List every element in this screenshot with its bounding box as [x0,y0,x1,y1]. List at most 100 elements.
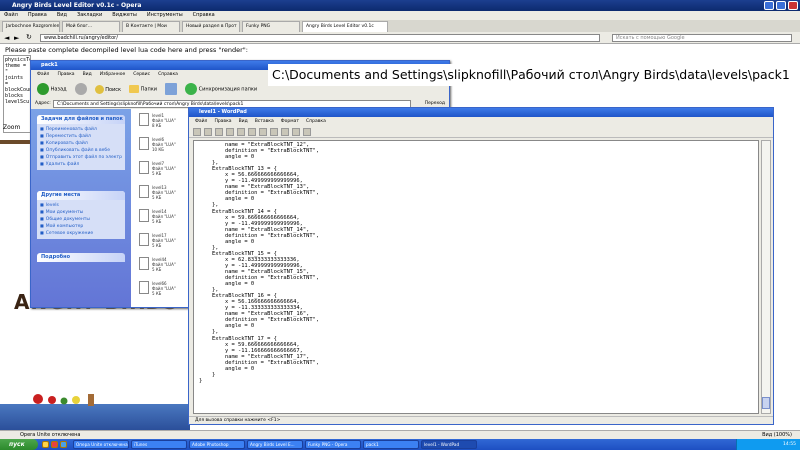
copy-icon[interactable] [270,127,278,136]
other-place-link[interactable]: Мои документы [40,209,122,216]
back-button[interactable]: Назад [37,83,67,95]
file-size: 5 КБ [152,171,162,176]
file-text: level13 Файл "LUA" 5 КБ [152,185,176,200]
taskbar-button[interactable]: iTunes [131,440,187,449]
file-task-link[interactable]: Опубликовать файл в вебе [40,147,122,154]
taskbar-button[interactable]: Funky PNG - Opera [305,440,361,449]
date-time-icon[interactable] [303,127,311,136]
folders-button[interactable]: Папки [129,85,157,93]
file-size: 10 КБ [152,147,164,152]
explorer-task-pane: Задачи для файлов и папок Переименовать … [31,109,131,307]
unite-status[interactable]: Opera Unite отключена [20,432,81,438]
other-place-link[interactable]: Общие документы [40,216,122,223]
file-task-link[interactable]: Удалить файл [40,161,122,168]
file-task-link[interactable]: Переименовать файл [40,126,122,133]
wordpad-toolbar [189,126,773,138]
opera-menu-item[interactable]: Закладки [77,11,102,20]
search-button[interactable]: Поиск [94,84,121,94]
file-tasks-header[interactable]: Задачи для файлов и папок [37,115,125,124]
file-size: 5 КБ [152,195,162,200]
minimize-icon[interactable] [764,1,774,10]
undo-icon[interactable] [292,127,300,136]
opera-tab[interactable]: Jarbochnoe Razgromlenie [2,21,60,32]
explorer-menu-item[interactable]: Правка [57,70,74,79]
details-header[interactable]: Подробно [37,253,125,262]
open-icon[interactable] [204,127,212,136]
file-icon [139,209,149,222]
level-ground [0,404,190,430]
window-title: Angry Birds Level Editor v0.1c - Opera [12,2,142,9]
taskbar-button[interactable]: Angry Birds Level E... [247,440,303,449]
explorer-menu-item[interactable]: Файл [37,70,49,79]
opera-tab[interactable]: Мой блог... [62,21,120,32]
close-icon[interactable] [788,1,798,10]
search-input[interactable]: Искать с помощью Google [612,34,792,42]
opera-tab[interactable]: Funky PNG [242,21,300,32]
opera-icon[interactable] [51,441,58,448]
lua-code-input[interactable]: physicsToltheme = "joints = blockCounblo… [3,55,31,133]
file-text: level7 Файл "LUA" 5 КБ [152,161,176,176]
print-preview-icon[interactable] [237,127,245,136]
opera-menu-item[interactable]: Вид [57,11,67,20]
wordpad-menu-item[interactable]: Правка [214,117,231,126]
back-icon[interactable]: ◄ [4,34,9,42]
quick-launch-icon[interactable] [42,441,49,448]
opera-menu-item[interactable]: Виджеты [112,11,137,20]
taskbar-button[interactable]: pack1 [363,440,419,449]
new-doc-icon[interactable] [193,127,201,136]
taskbar-button[interactable]: level1 - WordPad [421,440,477,449]
lua-file-item[interactable]: level66 Файл "LUA" 5 КБ [139,281,176,311]
find-icon[interactable] [248,127,256,136]
paste-icon[interactable] [281,127,289,136]
zoom-status[interactable]: Вид (100%) [762,431,792,439]
file-task-link[interactable]: Отправить этот файл по электронной почте [40,154,122,161]
opera-menu-item[interactable]: Справка [193,11,215,20]
forward-arrow-icon[interactable] [74,83,87,95]
clock[interactable]: 14:55 [783,442,796,447]
opera-menu-item[interactable]: Правка [28,11,47,20]
opera-menu-item[interactable]: Инструменты [147,11,183,20]
cut-icon[interactable] [259,127,267,136]
opera-tab[interactable]: Новый раздел в Прот [182,21,240,32]
opera-tab[interactable]: Angry Birds Level Editor v0.1c [302,21,388,32]
scroll-thumb[interactable] [762,397,770,409]
save-icon[interactable] [215,127,223,136]
reload-icon[interactable]: ↻ [26,33,32,41]
views-icon[interactable] [165,83,178,95]
explorer-menu-item[interactable]: Сервис [133,70,150,79]
maximize-icon[interactable] [776,1,786,10]
wordpad-menu-item[interactable]: Формат [281,117,299,126]
path-caption: C:\Documents and Settings\slipknofill\Ра… [268,64,800,86]
opera-title-bar: Angry Birds Level Editor v0.1c - Opera [0,0,800,11]
code-line: theme = " [5,63,27,75]
opera-menu-item[interactable]: Файл [4,11,18,20]
explorer-menu-item[interactable]: Справка [158,70,178,79]
opera-tab[interactable]: В Контакте | Мои [122,21,180,32]
file-task-link[interactable]: Переместить файл [40,133,122,140]
wordpad-menu-item[interactable]: Вид [239,117,248,126]
other-places-panel: Другие места levelsМои документыОбщие до… [37,191,125,239]
explorer-menu-item[interactable]: Вид [83,70,92,79]
start-button[interactable]: пуск [0,439,38,450]
other-place-link[interactable]: Мой компьютер [40,223,122,230]
sync-button[interactable]: Синхронизация папки [185,83,257,95]
forward-icon[interactable]: ► [14,34,19,42]
code-line: levelScu [5,99,30,105]
url-input[interactable]: www.badchili.ru/angry/editor/ [40,34,600,42]
wordpad-menu-item[interactable]: Вставка [255,117,274,126]
taskbar-button[interactable]: Опера Unite отключена [73,440,129,449]
wordpad-menu-item[interactable]: Справка [306,117,326,126]
wordpad-document[interactable]: name = "ExtraBlockTNT_12", definition = … [193,140,759,414]
other-place-link[interactable]: Сетевое окружение [40,230,122,237]
file-task-link[interactable]: Копировать файл [40,140,122,147]
magnifier-icon [94,84,104,94]
wordpad-menu-item[interactable]: Файл [195,117,207,126]
print-icon[interactable] [226,127,234,136]
explorer-menu-item[interactable]: Избранное [100,70,126,79]
file-icon [139,281,149,294]
other-place-link[interactable]: levels [40,202,122,209]
taskbar-button[interactable]: Adobe Photoshop [189,440,245,449]
wordpad-scrollbar[interactable] [761,140,771,414]
ie-icon[interactable] [60,441,67,448]
other-places-header[interactable]: Другие места [37,191,125,200]
